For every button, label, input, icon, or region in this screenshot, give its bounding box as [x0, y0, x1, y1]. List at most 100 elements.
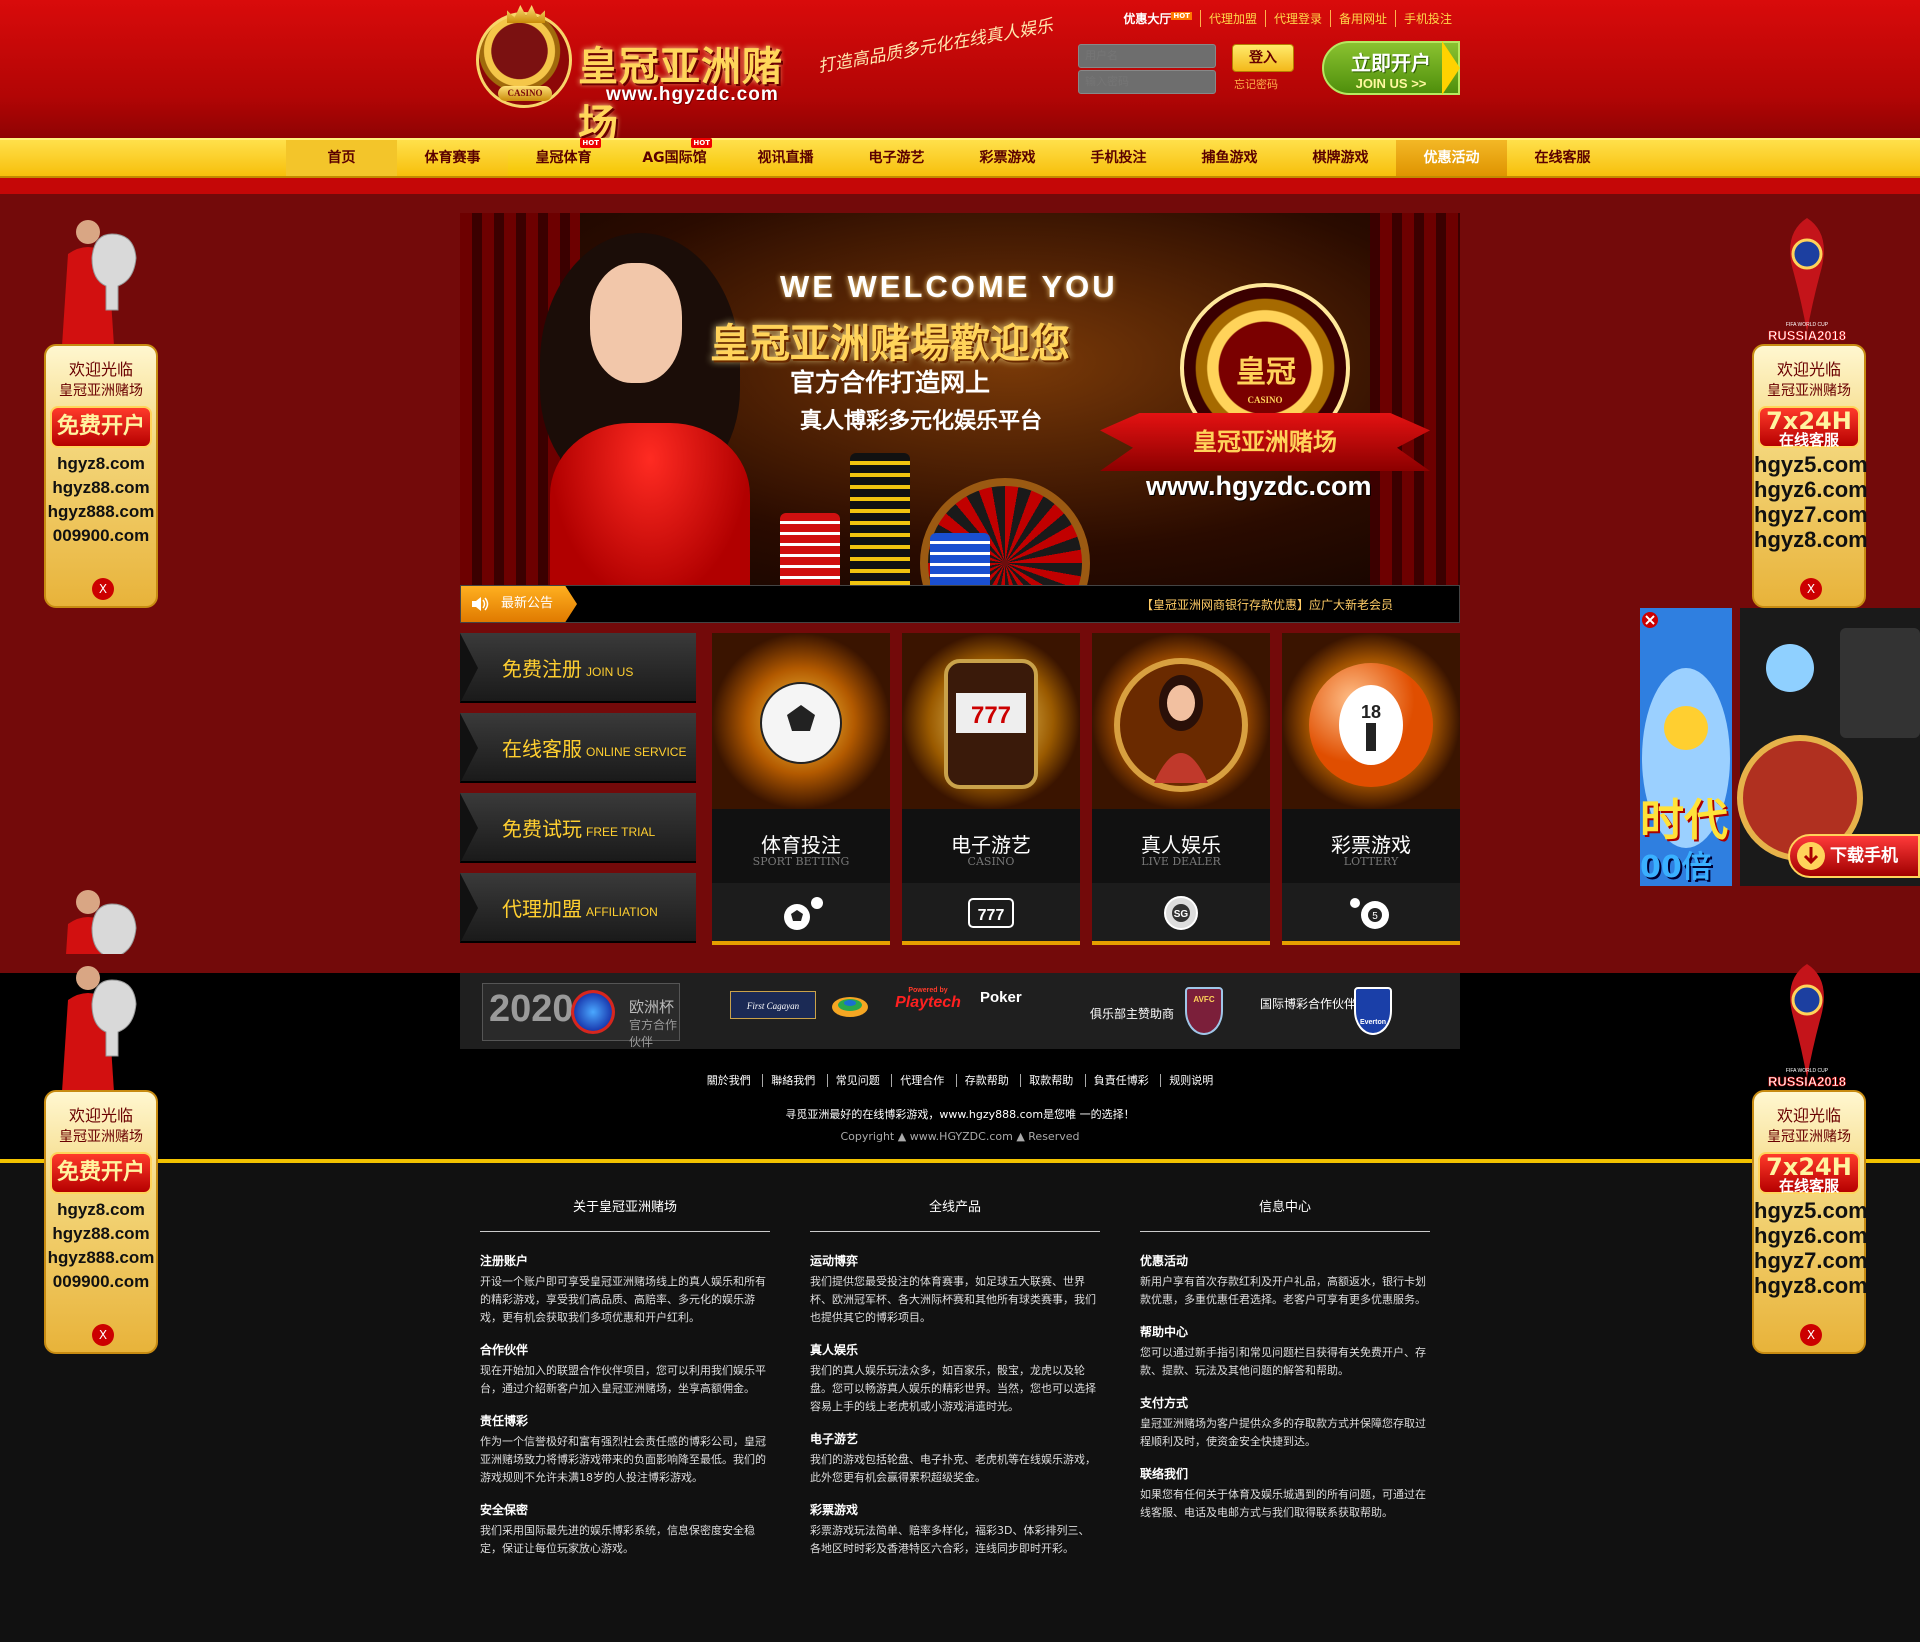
info-item-title: 安全保密 [480, 1503, 529, 1517]
nav-online-service[interactable]: 在线客服 [1507, 140, 1618, 176]
nav-electronic-games[interactable]: 电子游艺 [841, 140, 952, 176]
footer-link-deposit-help[interactable]: 存款帮助 [955, 1074, 1017, 1087]
svg-text:18: 18 [1361, 702, 1381, 722]
nav-home[interactable]: 首页 [286, 140, 397, 176]
info-item-text: 新用户享有首次存款红利及开户礼品，高额返水，银行卡划款优惠，多重优惠任君选择。老… [1140, 1275, 1426, 1306]
affiliation-button[interactable]: 代理加盟 AFFILIATION [460, 873, 696, 943]
ad-url[interactable]: hgyz8.com [1754, 527, 1868, 552]
ad-url[interactable]: hgyz5.com [1754, 452, 1868, 477]
app-ad-text-1: 时代 [1640, 795, 1728, 846]
close-ad-button[interactable]: X [92, 578, 114, 600]
close-ad-button[interactable]: X [92, 1324, 114, 1346]
top-link-mobile-bet[interactable]: 手机投注 [1394, 10, 1460, 27]
ad-url[interactable]: hgyz5.com [1754, 1198, 1868, 1223]
ad-url[interactable]: hgyz8.com [1754, 1273, 1868, 1298]
game-card-live-dealer[interactable]: 真人娱乐 LIVE DEALER SG [1092, 633, 1270, 945]
ad-url[interactable]: 009900.com [46, 524, 156, 548]
top-link-promo-hall[interactable]: 优惠大厅 HOT [1115, 10, 1200, 27]
nav-crown-sports[interactable]: 皇冠体育 HOT [508, 138, 619, 176]
top-link-backup-url[interactable]: 备用网址 [1329, 10, 1395, 27]
ad-url[interactable]: 009900.com [46, 1270, 156, 1294]
ad-url[interactable]: hgyz6.com [1754, 1223, 1868, 1248]
game-title: 真人娱乐 [1141, 833, 1221, 857]
nav-promotions[interactable]: 优惠活动 [1396, 140, 1507, 176]
online-service-button[interactable]: 在线客服 ONLINE SERVICE [460, 713, 696, 783]
footer-link-faq[interactable]: 常见问题 [826, 1074, 888, 1087]
close-ad-button[interactable]: X [1800, 1324, 1822, 1346]
nav-mobile-bet[interactable]: 手机投注 [1063, 140, 1174, 176]
top-link-agent-login[interactable]: 代理登录 [1264, 10, 1330, 27]
app-download-ad[interactable]: 时代 00倍 下载手机 [1640, 608, 1920, 886]
support-24h-cta[interactable]: 7x24H 在线客服 [1758, 1152, 1860, 1194]
site-logo[interactable]: CASINO 皇冠亚洲赌场 www.hgyzdc.com [476, 10, 816, 148]
announcement-marquee[interactable]: 【皇冠亚洲网商银行存款优惠】应广大新老会员 [1141, 596, 1451, 613]
top-links: 优惠大厅 HOT 代理加盟 代理登录 备用网址 手机投注 [1115, 10, 1460, 27]
close-ad-button[interactable]: X [1800, 578, 1822, 600]
euro-2020-partner[interactable]: 2020 欧洲杯 官方合作伙伴 [482, 983, 680, 1049]
password-input[interactable] [1078, 70, 1216, 94]
nav-lottery[interactable]: 彩票游戏 [952, 140, 1063, 176]
info-item-text: 开设一个账户即可享受皇冠亚洲赌场线上的真人娱乐和所有的精彩游戏，享受我们高品质、… [480, 1275, 766, 1324]
ad-url[interactable]: hgyz888.com [46, 500, 156, 524]
info-column-products: 全线产品 运动博弈 我们提供您最受投注的体育赛事，如足球五大联赛、世界杯、欧洲冠军… [810, 1196, 1100, 1572]
ad-url[interactable]: hgyz888.com [46, 1246, 156, 1270]
support-24h-cta[interactable]: 7x24H 在线客服 [1758, 406, 1860, 448]
ad-url[interactable]: hgyz6.com [1754, 477, 1868, 502]
footer-link-agent[interactable]: 代理合作 [891, 1074, 953, 1087]
download-app-button[interactable]: 下载手机 [1788, 834, 1920, 878]
footer-link-rules[interactable]: 规则说明 [1160, 1074, 1222, 1087]
soccer-player-trophy-image [66, 890, 137, 954]
top-link-agent-join[interactable]: 代理加盟 [1199, 10, 1265, 27]
soccer-ball-icon [784, 897, 823, 930]
nav-fishing[interactable]: 捕鱼游戏 [1174, 140, 1285, 176]
hero-banner[interactable]: WE WELCOME YOU 皇冠亚洲赌場歡迎您 官方合作打造网上 真人博彩多元… [460, 213, 1460, 585]
right-float-ad[interactable]: FIFA WORLD CUP RUSSIA2018 欢迎光临 皇冠亚洲赌场 7x2… [1748, 214, 1868, 608]
ad-url[interactable]: hgyz88.com [46, 476, 156, 500]
first-cagayan-logo: First Cagayan [730, 991, 816, 1019]
svg-text:777: 777 [971, 702, 1011, 729]
info-item-text: 我们的游戏包括轮盘、电子扑克、老虎机等在线娱乐游戏，此外您更有机会赢得累积超级奖… [810, 1453, 1096, 1484]
announcement-bar: 最新公告 【皇冠亚洲网商银行存款优惠】应广大新老会员 [460, 585, 1460, 623]
info-column-center: 信息中心 优惠活动 新用户享有首次存款红利及开户礼品，高额返水，银行卡划款优惠，多… [1140, 1196, 1430, 1536]
left-ad-panel: 欢迎光临 皇冠亚洲赌场 免费开户 hgyz8.com hgyz88.com hg… [44, 344, 158, 608]
left-float-ad[interactable]: 欢迎光临 皇冠亚洲赌场 免费开户 hgyz8.com hgyz88.com hg… [40, 214, 158, 608]
free-register-cta[interactable]: 免费开户 [50, 406, 152, 448]
hot-badge: HOT [691, 138, 712, 148]
forgot-password-link[interactable]: 忘记密码 [1234, 76, 1278, 92]
header-slogan: 打造高品质多元化在线真人娱乐 [816, 15, 1055, 77]
ad-url[interactable]: hgyz8.com [46, 1198, 156, 1222]
footer-link-contact[interactable]: 聯絡我們 [762, 1074, 824, 1087]
nav-sports-events[interactable]: 体育赛事 [397, 140, 508, 176]
nav-card-games[interactable]: 棋牌游戏 [1285, 140, 1396, 176]
nav-ag-hall[interactable]: AG国际馆 HOT [619, 138, 730, 176]
emblem-badge: CASINO [1247, 395, 1283, 405]
ad-url[interactable]: hgyz88.com [46, 1222, 156, 1246]
free-trial-button[interactable]: 免费试玩 FREE TRIAL [460, 793, 696, 863]
free-register-cta[interactable]: 免费开户 [50, 1152, 152, 1194]
register-free-button[interactable]: 免费注册 JOIN US [460, 633, 696, 703]
intl-partner-text: 国际博彩合作伙伴 [1260, 997, 1357, 1011]
nav-live-video[interactable]: 视讯直播 [730, 140, 841, 176]
game-subtitle: LOTTERY [1343, 855, 1399, 868]
info-item-text: 彩票游戏玩法简单、赔率多样化，福彩3D、体彩排列三、各地区时时彩及香港特区六合彩… [810, 1524, 1090, 1555]
left-float-ad-ghost [40, 884, 158, 954]
login-button[interactable]: 登入 [1232, 44, 1294, 72]
game-card-casino[interactable]: 777 电子游艺 CASINO 777 [902, 633, 1080, 945]
game-card-lottery[interactable]: 18 彩票游戏 LOTTERY 5 [1282, 633, 1460, 945]
left-float-ad-2[interactable]: 欢迎光临 皇冠亚洲赌场 免费开户 hgyz8.com hgyz88.com hg… [40, 960, 158, 1354]
footer-link-about[interactable]: 關於我們 [699, 1074, 759, 1087]
ad-url[interactable]: hgyz7.com [1754, 502, 1868, 527]
world-cup-trophy-image: FIFA WORLD CUPRUSSIA2018 [1768, 218, 1846, 343]
join-now-button[interactable]: 立即开户 JOIN US >> [1322, 41, 1460, 95]
game-subtitle: SPORT BETTING [752, 855, 850, 868]
right-float-ad-2[interactable]: FIFA WORLD CUP RUSSIA2018 欢迎光临 皇冠亚洲赌场 7x2… [1748, 960, 1868, 1354]
game-card-sports[interactable]: 体育投注 SPORT BETTING [712, 633, 890, 945]
ad-url[interactable]: hgyz8.com [46, 452, 156, 476]
username-input[interactable] [1078, 44, 1216, 68]
info-item-text: 皇冠亚洲赌场为客户提供众多的存取款方式并保障您存取过程顺利及时，使资金安全快捷到… [1140, 1417, 1426, 1448]
ad-url[interactable]: hgyz7.com [1754, 1248, 1868, 1273]
footer-link-responsible[interactable]: 負責任博彩 [1084, 1074, 1157, 1087]
footer-link-withdraw-help[interactable]: 取款帮助 [1020, 1074, 1082, 1087]
footer-note: 寻觅亚洲最好的在线博彩游戏，www.hgzy888.com是您唯 一的选择！ [785, 1108, 1135, 1121]
info-item-title: 电子游艺 [810, 1432, 859, 1446]
